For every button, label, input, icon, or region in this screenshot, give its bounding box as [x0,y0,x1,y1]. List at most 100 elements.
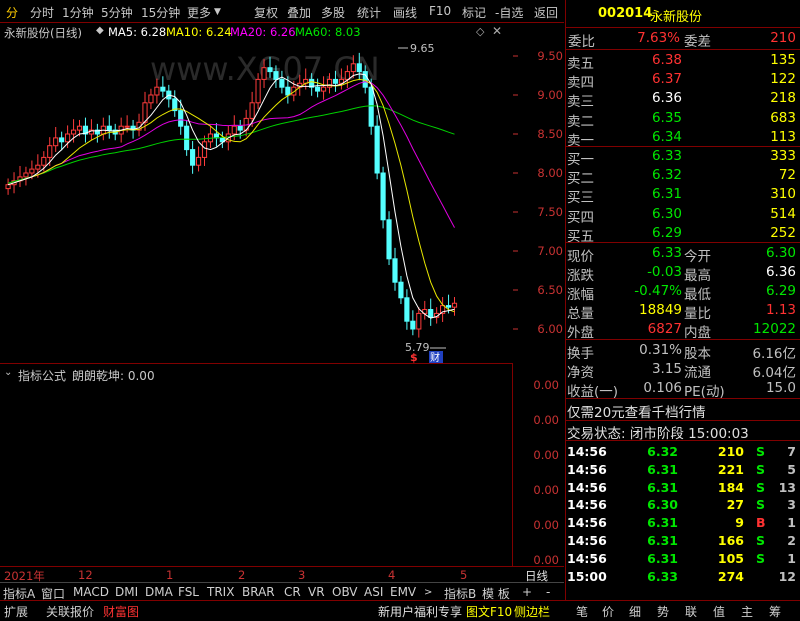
chevron-down-icon[interactable]: ⌄ [4,367,12,378]
tick-time: 14:56 [567,444,607,459]
close-icon[interactable]: ✕ [492,24,502,38]
candle [47,145,53,158]
btn-restore-rights[interactable]: 复权 [254,4,278,21]
price-tick: 9.50 [537,49,563,63]
btn-related-quotes[interactable]: 关联报价 [46,603,94,620]
btn-favorites[interactable]: -自选 [495,4,523,21]
tab-detail[interactable]: 细 [629,603,641,620]
stat-value: 6.36 [765,264,796,280]
btn-f10-graphic[interactable]: 图文F10 [466,603,512,620]
candle [106,125,112,131]
ma5-label: MA5: 6.28 [108,25,167,39]
stat-label: 今开 [684,249,711,265]
ma10-label: MA10: 6.24 [166,25,232,39]
candle [201,141,208,158]
dividend-mark[interactable]: $ [410,351,418,363]
tab-1min[interactable]: 1分钟 [62,4,94,21]
tab-more[interactable]: 更多 [187,4,211,21]
btn-multi-stock[interactable]: 多股 [321,4,345,21]
tab-main[interactable]: 主 [741,603,753,620]
tab-chips[interactable]: 筹 [769,603,781,620]
tab-intraday[interactable]: 分时 [30,4,54,21]
tab-value[interactable]: 值 [713,603,725,620]
candle [5,184,11,190]
indicator-tick: 0.00 [533,413,559,427]
tab-macd[interactable]: MACD [73,585,109,599]
tick-price: 6.31 [647,533,678,548]
tick-volume: 105 [717,550,744,566]
stat-label: 最低 [684,287,711,303]
ask-volume: 135 [770,52,796,68]
tick-volume: 210 [717,444,744,459]
ask-volume: 122 [770,71,796,88]
btn-back[interactable]: 返回 [534,4,558,21]
tab-brar[interactable]: BRAR [242,585,275,599]
indicator-panel[interactable]: ⌄ 指标公式 朗朗乾坤: 0.00 [0,363,513,567]
btn-draw-line[interactable]: 画线 [393,4,417,21]
tick-count: 12 [778,568,796,584]
tab-fsl[interactable]: FSL [178,585,199,599]
tab-obv[interactable]: OBV [332,585,358,599]
price-axis-ticks [513,55,518,330]
tab-15min[interactable]: 15分钟 [141,4,180,21]
tab-vr[interactable]: VR [308,585,325,599]
indicator-tick: 0.00 [533,448,559,462]
stat-value: 6.30 [765,245,796,261]
ask-price: 6.36 [651,90,682,107]
btn-extend[interactable]: 扩展 [4,603,28,620]
btn-wealth-map[interactable]: 财富图 [103,603,139,620]
candle [255,78,261,104]
collapse-icon[interactable]: ◆ [96,25,104,36]
fin-label: PE(动) [684,384,725,400]
tab-cr[interactable]: CR [284,585,301,599]
chevron-right-icon[interactable]: > [424,587,432,598]
btn-statistics[interactable]: 统计 [357,4,381,21]
tick-time: 14:56 [567,550,607,566]
fin-value: 6.16亿 [752,346,796,362]
remove-window-button[interactable]: - [546,585,550,599]
tab-dma[interactable]: DMA [145,585,173,599]
btn-overlay[interactable]: 叠加 [287,4,311,21]
btn-sidebar[interactable]: 侧边栏 [514,603,550,620]
divider [565,146,800,147]
tab-emv[interactable]: EMV [390,585,416,599]
tab-trades[interactable]: 笔 [576,603,588,620]
chevron-down-icon[interactable]: ▼ [214,7,221,17]
tick-volume: 9 [735,515,744,531]
btn-f10[interactable]: F10 [429,4,451,18]
tick-volume: 27 [726,497,744,513]
candle [451,302,458,308]
price-tick: 7.50 [537,205,563,219]
promo-new-user[interactable]: 新用户福利专享 [378,603,462,620]
level2-promo[interactable]: 仅需20元查看千档行情 [567,401,706,421]
tab-dmi[interactable]: DMI [115,585,138,599]
price-chart[interactable]: www.XG07.CN 9.65 5.79 $ 财 [0,40,512,363]
tab-link[interactable]: 联 [685,603,697,620]
ma20-line [7,81,455,228]
stat-value: 6.33 [651,245,682,261]
tab-5min[interactable]: 5分钟 [101,4,133,21]
price-tick: 7.00 [537,244,563,258]
tab-asi[interactable]: ASI [364,585,383,599]
tab-price[interactable]: 价 [602,603,614,620]
tick-time: 14:56 [567,461,607,477]
ask-label: 卖二 [567,113,594,130]
ask-price: 6.34 [651,128,682,145]
date-label: 12 [78,568,93,582]
divider [565,420,800,421]
btn-mark[interactable]: 标记 [462,4,486,21]
bid-volume: 72 [778,167,796,184]
tab-trend[interactable]: 势 [657,603,669,620]
tab-trix[interactable]: TRIX [207,585,234,599]
diamond-icon[interactable]: ◇ [476,25,484,38]
weicha-label: 委差 [684,34,711,50]
finance-mark[interactable]: 财 [430,351,440,363]
fin-value: 15.0 [765,380,796,396]
toolbar-prefix: 分 [6,6,19,20]
stock-code: 002014 [598,6,653,21]
stat-label: 现价 [567,249,594,265]
candle [53,137,59,147]
candle [404,297,410,322]
add-window-button[interactable]: + [522,585,532,599]
indicator-formula-label[interactable]: 指标公式 [18,367,66,384]
